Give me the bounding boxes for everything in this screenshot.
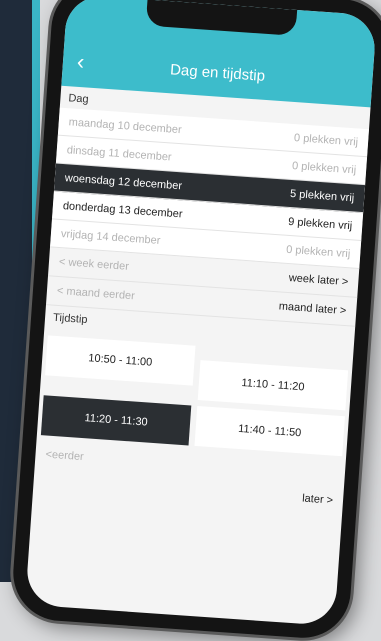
month-later-link[interactable]: maand later > (278, 300, 346, 317)
availability-label: 9 plekken vrij (287, 215, 353, 232)
day-label: woensdag 12 december (64, 171, 183, 192)
time-slot[interactable]: 10:50 - 11:00 (45, 335, 196, 386)
scene: ‹ Dag en tijdstip Dag maandag 10 decembe… (0, 0, 381, 641)
availability-label: 0 plekken vrij (291, 159, 357, 176)
month-earlier-link[interactable]: < maand eerder (57, 285, 136, 302)
day-label: maandag 10 december (68, 115, 183, 136)
time-slot[interactable]: 11:10 - 11:20 (197, 360, 349, 411)
day-list: maandag 10 december 0 plekken vrij dinsd… (50, 107, 370, 269)
availability-label: 0 plekken vrij (293, 131, 359, 149)
phone-screen: ‹ Dag en tijdstip Dag maandag 10 decembe… (25, 0, 377, 627)
day-label: vrijdag 14 december (60, 227, 161, 247)
time-slot[interactable]: 11:40 - 11:50 (194, 405, 345, 457)
day-label: dinsdag 11 december (66, 143, 172, 164)
week-earlier-link[interactable]: < week eerder (59, 256, 130, 273)
time-slot-grid: 10:50 - 11:00 11:10 - 11:20 11:20 - 11:3… (36, 327, 353, 462)
availability-label: 5 plekken vrij (289, 187, 355, 204)
week-later-link[interactable]: week later > (288, 272, 348, 288)
availability-label: 0 plekken vrij (285, 243, 351, 260)
page-title: Dag en tijdstip (169, 61, 266, 85)
earlier-link[interactable]: <eerder (45, 449, 84, 464)
time-slot-selected[interactable]: 11:20 - 11:30 (40, 395, 192, 446)
phone-frame: ‹ Dag en tijdstip Dag maandag 10 decembe… (10, 0, 381, 641)
day-label: donderdag 13 december (62, 199, 183, 220)
later-link[interactable]: later > (302, 493, 334, 507)
